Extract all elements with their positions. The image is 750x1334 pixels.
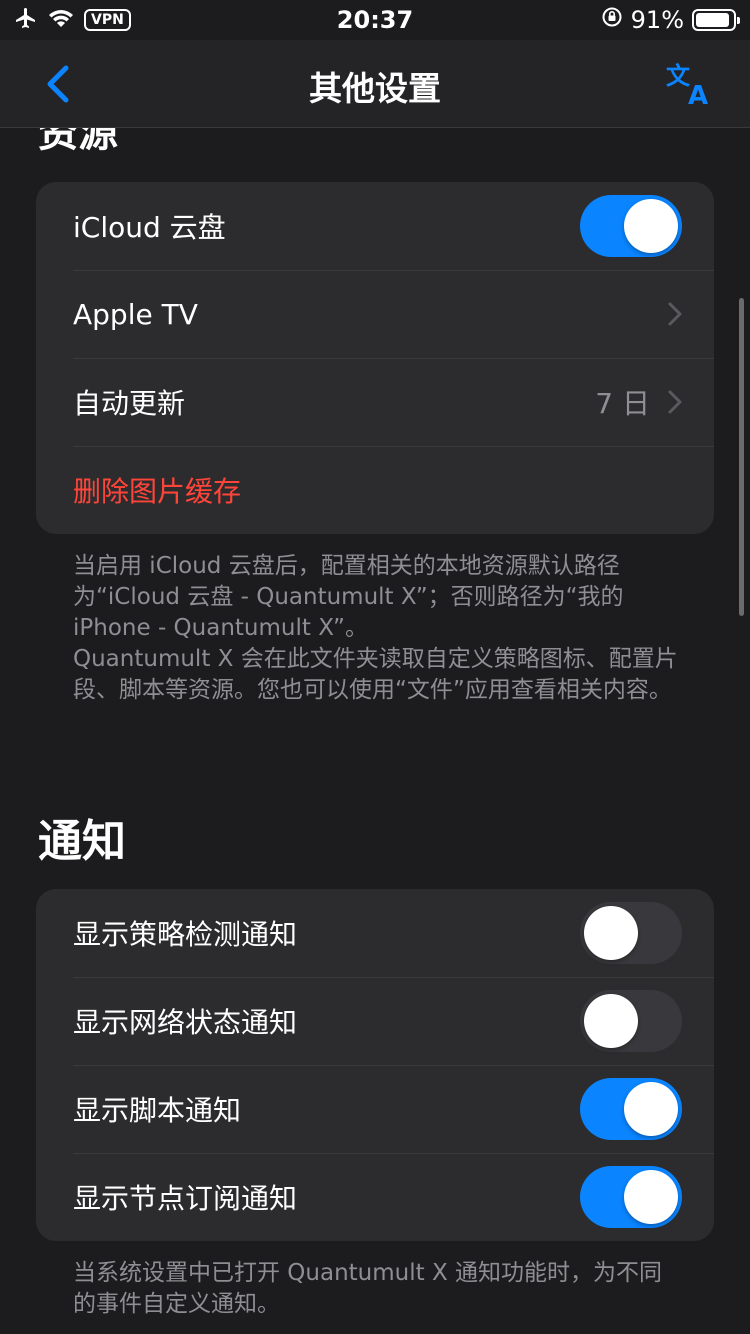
row-label: 显示网络状态通知 [73,1006,298,1039]
battery-icon [692,9,740,31]
page-title: 其他设置 [309,69,441,108]
policy-check-notification-row: 显示策略检测通知 [36,889,714,977]
auto-update-row[interactable]: 自动更新 7 日 [36,358,714,446]
icloud-drive-toggle[interactable] [580,195,682,257]
battery-percent: 91% [630,6,684,34]
icloud-drive-row: iCloud 云盘 [36,182,714,270]
chevron-right-icon [668,390,682,414]
subscription-notification-toggle[interactable] [580,1166,682,1228]
resources-group: iCloud 云盘 Apple TV 自动更新 7 日 删除图片缓存 [36,182,714,534]
script-notification-row: 显示脚本通知 [36,1065,714,1153]
notifications-group: 显示策略检测通知 显示网络状态通知 显示脚本通知 显示节点订阅通知 [36,889,714,1241]
notifications-footnote: 当系统设置中已打开 Quantumult X 通知功能时，为不同的事件自定义通知… [73,1260,663,1317]
policy-check-notification-toggle[interactable] [580,902,682,964]
row-label: 显示脚本通知 [73,1094,242,1127]
section-title-notifications: 通知 [38,816,126,867]
scrollbar[interactable] [739,298,744,616]
translate-icon[interactable]: 文 A [666,62,716,111]
navigation-bar: 其他设置 文 A [0,40,750,128]
network-status-notification-toggle[interactable] [580,990,682,1052]
orientation-lock-icon [601,6,623,34]
auto-update-value: 7 日 [595,387,650,420]
chevron-right-icon [668,302,682,326]
status-bar: VPN 20:37 91% [0,0,750,40]
delete-image-cache-button[interactable]: 删除图片缓存 [36,446,714,534]
subscription-notification-row: 显示节点订阅通知 [36,1153,714,1241]
row-label: iCloud 云盘 [73,211,226,244]
svg-text:A: A [688,81,708,108]
row-label: Apple TV [73,297,198,331]
apple-tv-row[interactable]: Apple TV [36,270,714,358]
resources-footnote: 当启用 iCloud 云盘后，配置相关的本地资源默认路径为“iCloud 云盘 … [73,553,678,703]
row-label: 显示策略检测通知 [73,918,298,951]
script-notification-toggle[interactable] [580,1078,682,1140]
row-label: 自动更新 [73,387,186,420]
row-label: 显示节点订阅通知 [73,1182,298,1215]
row-label: 删除图片缓存 [73,475,242,508]
network-status-notification-row: 显示网络状态通知 [36,977,714,1065]
